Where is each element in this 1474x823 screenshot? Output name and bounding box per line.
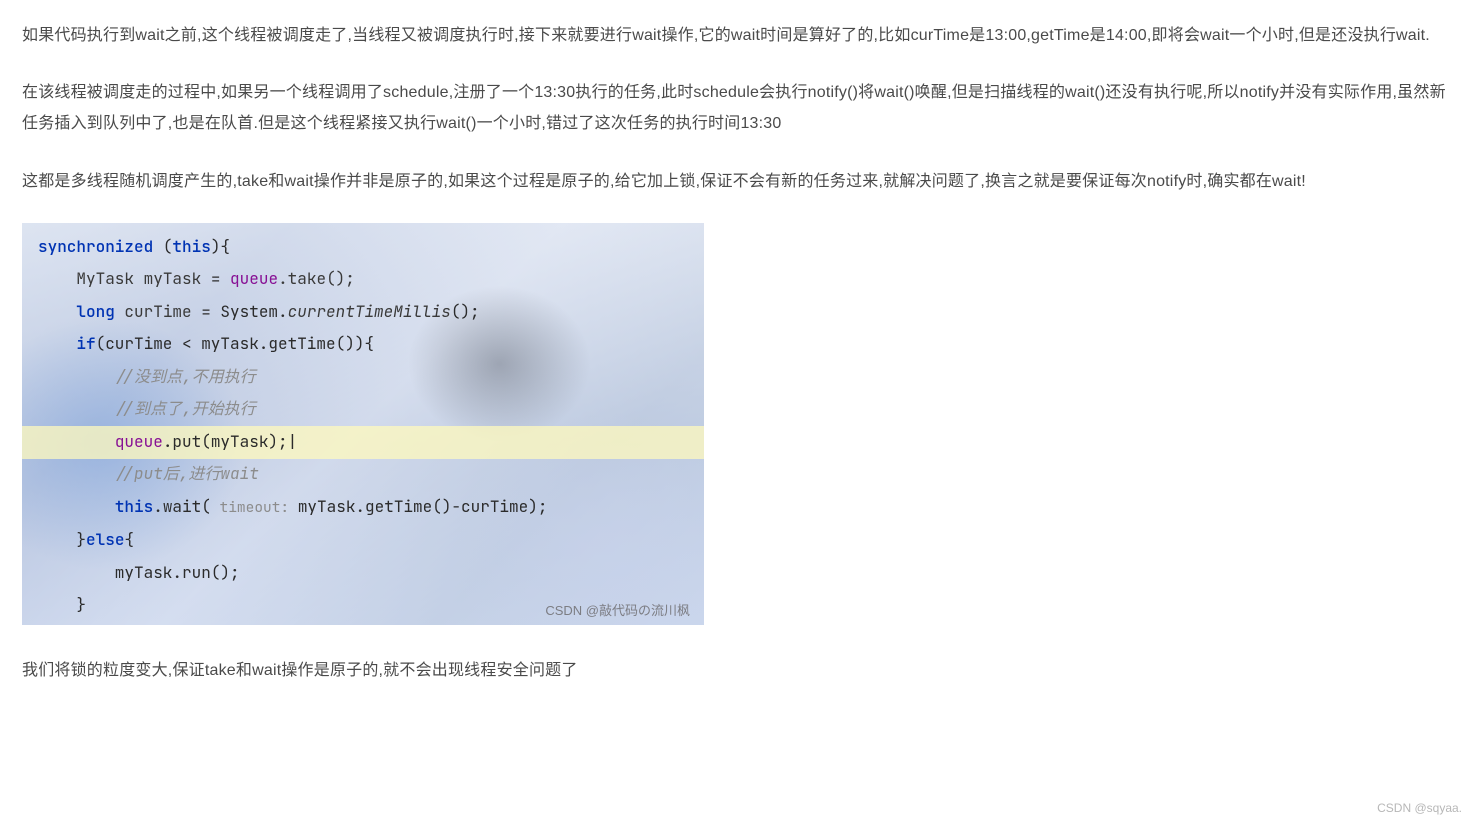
code-field-queue: queue	[230, 268, 278, 289]
code-indent	[38, 366, 115, 387]
code-text: ){	[211, 236, 230, 257]
code-comment: //put后,进行wait	[115, 463, 259, 484]
code-text	[115, 301, 125, 322]
code-comment: //到点了,开始执行	[115, 398, 256, 419]
code-indent	[38, 268, 76, 289]
code-indent	[38, 333, 76, 354]
keyword-long: long	[76, 301, 114, 322]
code-text: .take();	[278, 268, 355, 289]
page-watermark: CSDN @sqyaa.	[1377, 801, 1462, 815]
keyword-else: else	[86, 529, 124, 550]
article-paragraph-1: 如果代码执行到wait之前,这个线程被调度走了,当线程又被调度执行时,接下来就要…	[22, 20, 1452, 51]
code-watermark: CSDN @敲代码の流川枫	[545, 600, 690, 619]
code-indent	[38, 496, 115, 517]
code-text: .put(myTask);	[163, 431, 288, 452]
code-screenshot: synchronized (this){ MyTask myTask = que…	[22, 223, 704, 625]
article-paragraph-3: 这都是多线程随机调度产生的,take和wait操作并非是原子的,如果这个过程是原…	[22, 166, 1452, 197]
code-indent	[38, 431, 115, 452]
code-text: myTask.getTime()-curTime);	[298, 496, 548, 517]
code-static-method: currentTimeMillis	[288, 301, 451, 322]
code-indent	[38, 463, 115, 484]
code-text: (	[153, 236, 172, 257]
code-text: ();	[451, 301, 480, 322]
parameter-hint: timeout:	[211, 498, 298, 517]
code-text: {	[124, 529, 134, 550]
code-text: }	[38, 529, 86, 550]
code-type: MyTask	[76, 268, 134, 289]
code-comment: //没到点,不用执行	[115, 366, 256, 387]
keyword-this: this	[115, 496, 153, 517]
article-paragraph-4: 我们将锁的粒度变大,保证take和wait操作是原子的,就不会出现线程安全问题了	[22, 655, 1452, 686]
code-indent	[38, 301, 76, 322]
code-text: myTask.run();	[38, 562, 240, 583]
editor-caret: |	[288, 431, 298, 452]
code-text: (curTime < myTask.getTime()){	[96, 333, 374, 354]
code-text: =	[201, 268, 230, 289]
code-var: curTime	[124, 301, 191, 322]
keyword-this: this	[172, 236, 210, 257]
keyword-synchronized: synchronized	[38, 236, 153, 257]
article-paragraph-2: 在该线程被调度走的过程中,如果另一个线程调用了schedule,注册了一个13:…	[22, 77, 1452, 139]
code-var: myTask	[144, 268, 202, 289]
keyword-if: if	[76, 333, 95, 354]
code-field-queue: queue	[115, 431, 163, 452]
code-text: = System.	[192, 301, 288, 322]
code-text	[134, 268, 144, 289]
code-content: synchronized (this){ MyTask myTask = que…	[22, 223, 704, 625]
code-indent	[38, 398, 115, 419]
code-text: }	[38, 594, 86, 615]
code-text: .wait(	[153, 496, 211, 517]
